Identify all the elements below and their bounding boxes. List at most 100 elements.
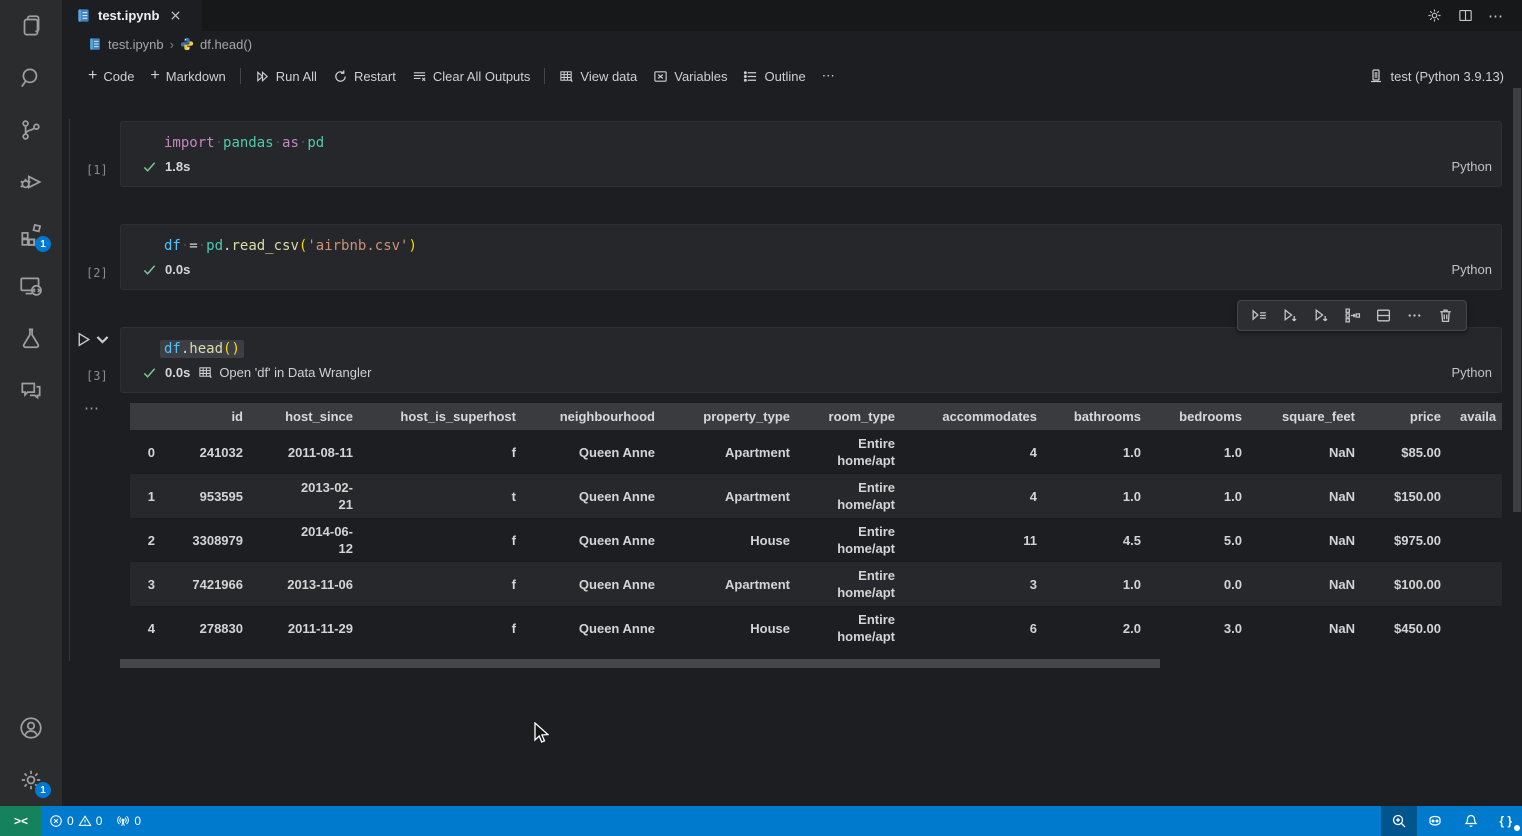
add-markdown-button[interactable]: + Markdown xyxy=(142,64,233,88)
breadcrumb-separator: › xyxy=(170,37,174,52)
code-line[interactable]: df·=·pd.read_csv('airbnb.csv') xyxy=(121,225,1501,260)
variables-button[interactable]: Variables xyxy=(645,65,735,88)
run-cell-control[interactable] xyxy=(75,331,111,348)
table-cell: 2013-11-06 xyxy=(243,562,353,606)
add-code-button[interactable]: + Code xyxy=(80,64,142,88)
table-row: 374219662013-11-06fQueen AnneApartmentEn… xyxy=(130,562,1502,606)
execute-above-icon[interactable] xyxy=(1278,304,1302,328)
notifications-button[interactable] xyxy=(1453,806,1489,836)
table-header: square_feet xyxy=(1242,403,1355,430)
table-cell: 5.0 xyxy=(1141,518,1242,562)
table-header: property_type xyxy=(655,403,790,430)
toolbar-more-button[interactable]: ⋯ xyxy=(814,64,843,88)
table-cell: t xyxy=(353,474,516,518)
table-cell: Apartment xyxy=(655,562,790,606)
code-line[interactable]: import·pandas·as·pd xyxy=(121,122,1501,157)
execute-cells-icon[interactable] xyxy=(1247,304,1271,328)
editor-actions: ⋯ xyxy=(1426,0,1522,31)
clear-all-outputs-button[interactable]: Clear All Outputs xyxy=(404,65,539,88)
success-check-icon xyxy=(142,365,157,380)
table-cell: f xyxy=(353,518,516,562)
sidebar-item-search[interactable] xyxy=(7,52,55,104)
split-editor-icon[interactable] xyxy=(1457,7,1474,24)
tab-close-icon[interactable] xyxy=(166,7,184,25)
success-check-icon xyxy=(142,262,157,277)
code-token: df xyxy=(164,341,181,357)
horizontal-scrollbar[interactable] xyxy=(120,659,1160,668)
ports-indicator[interactable]: 0 xyxy=(109,806,148,836)
sidebar-item-accounts[interactable] xyxy=(7,702,55,754)
table-cell xyxy=(1441,606,1502,650)
cell-editor[interactable]: df.head() 0.0s Open 'df' in Data Wrangle… xyxy=(120,327,1502,393)
gear-icon[interactable] xyxy=(1426,7,1443,24)
sidebar-item-remote-explorer[interactable] xyxy=(7,260,55,312)
restart-button[interactable]: Restart xyxy=(325,65,404,88)
table-cell: 1.0 xyxy=(1037,474,1141,518)
cell-language[interactable]: Python xyxy=(1452,159,1492,174)
kernel-picker[interactable]: test (Python 3.9.13) xyxy=(1368,68,1504,84)
code-line[interactable]: df.head() xyxy=(121,328,1501,363)
table-cell: $975.00 xyxy=(1355,518,1441,562)
more-icon[interactable] xyxy=(1402,304,1426,328)
breadcrumb-symbol[interactable]: df.head() xyxy=(200,37,252,52)
copilot-icon xyxy=(1427,813,1443,829)
sidebar-item-comments[interactable] xyxy=(7,364,55,416)
execute-below-icon[interactable] xyxy=(1309,304,1333,328)
run-all-label: Run All xyxy=(276,69,317,84)
cell-language[interactable]: Python xyxy=(1452,365,1492,380)
clear-outputs-icon xyxy=(412,69,427,84)
view-data-button[interactable]: View data xyxy=(551,65,645,88)
zoom-indicator[interactable] xyxy=(1381,806,1417,836)
run-cell-icon xyxy=(75,331,92,348)
more-icon: ⋯ xyxy=(822,68,835,84)
more-actions-icon[interactable]: ⋯ xyxy=(1488,7,1504,25)
breadcrumb-file[interactable]: test.ipynb xyxy=(108,37,164,52)
delete-cell-icon[interactable] xyxy=(1433,304,1457,328)
outline-button[interactable]: Outline xyxy=(735,65,813,88)
table-cell: 4 xyxy=(895,430,1037,474)
cell-language[interactable]: Python xyxy=(1452,262,1492,277)
table-cell: $150.00 xyxy=(1355,474,1441,518)
code-token: · xyxy=(215,135,223,151)
sidebar-item-extensions[interactable]: 1 xyxy=(7,208,55,260)
data-wrangler-icon[interactable] xyxy=(1340,304,1364,328)
sidebar-item-testing[interactable] xyxy=(7,312,55,364)
sidebar-item-settings[interactable]: 1 xyxy=(7,754,55,806)
remote-icon: >< xyxy=(14,814,28,828)
table-cell: 953595 xyxy=(155,474,243,518)
sidebar-item-explorer[interactable] xyxy=(7,0,55,52)
run-all-button[interactable]: Run All xyxy=(247,65,325,88)
tab-test-ipynb[interactable]: test.ipynb xyxy=(62,0,202,31)
table-cell: NaN xyxy=(1242,606,1355,650)
cell-editor[interactable]: import·pandas·as·pd 1.8s Python xyxy=(120,121,1502,187)
cell-toolbar xyxy=(1237,300,1467,331)
execution-count: [3] xyxy=(86,369,108,383)
tab-title: test.ipynb xyxy=(98,8,159,23)
table-cell: House xyxy=(655,606,790,650)
table-cell: Entire home/apt xyxy=(790,430,895,474)
vertical-scrollbar[interactable] xyxy=(1513,88,1521,512)
table-cell: 7421966 xyxy=(155,562,243,606)
restart-icon xyxy=(333,69,348,84)
kernel-icon xyxy=(1368,68,1384,84)
table-header: neighbourhood xyxy=(516,403,655,430)
sidebar-item-run-debug[interactable] xyxy=(7,156,55,208)
tunnel-brackets-button[interactable]: { } xyxy=(1489,806,1522,836)
variables-icon xyxy=(653,69,668,84)
output-more-icon[interactable]: ⋯ xyxy=(84,399,101,417)
table-cell: 4 xyxy=(895,474,1037,518)
table-cell: 4.5 xyxy=(1037,518,1141,562)
remote-indicator[interactable]: >< xyxy=(0,806,42,836)
open-data-wrangler-link[interactable]: Open 'df' in Data Wrangler xyxy=(198,365,371,380)
add-markdown-label: Markdown xyxy=(166,69,226,84)
toolbar-divider xyxy=(544,68,545,84)
problems-indicator[interactable]: 0 0 xyxy=(42,806,109,836)
table-cell: f xyxy=(353,606,516,650)
sidebar-item-source-control[interactable] xyxy=(7,104,55,156)
split-cell-icon[interactable] xyxy=(1371,304,1395,328)
cell-editor[interactable]: df·=·pd.read_csv('airbnb.csv') 0.0s Pyth… xyxy=(120,224,1502,290)
table-row: 42788302011-11-29fQueen AnneHouseEntire … xyxy=(130,606,1502,650)
table-cell: House xyxy=(655,518,790,562)
copilot-button[interactable] xyxy=(1417,806,1453,836)
account-icon xyxy=(18,715,44,741)
